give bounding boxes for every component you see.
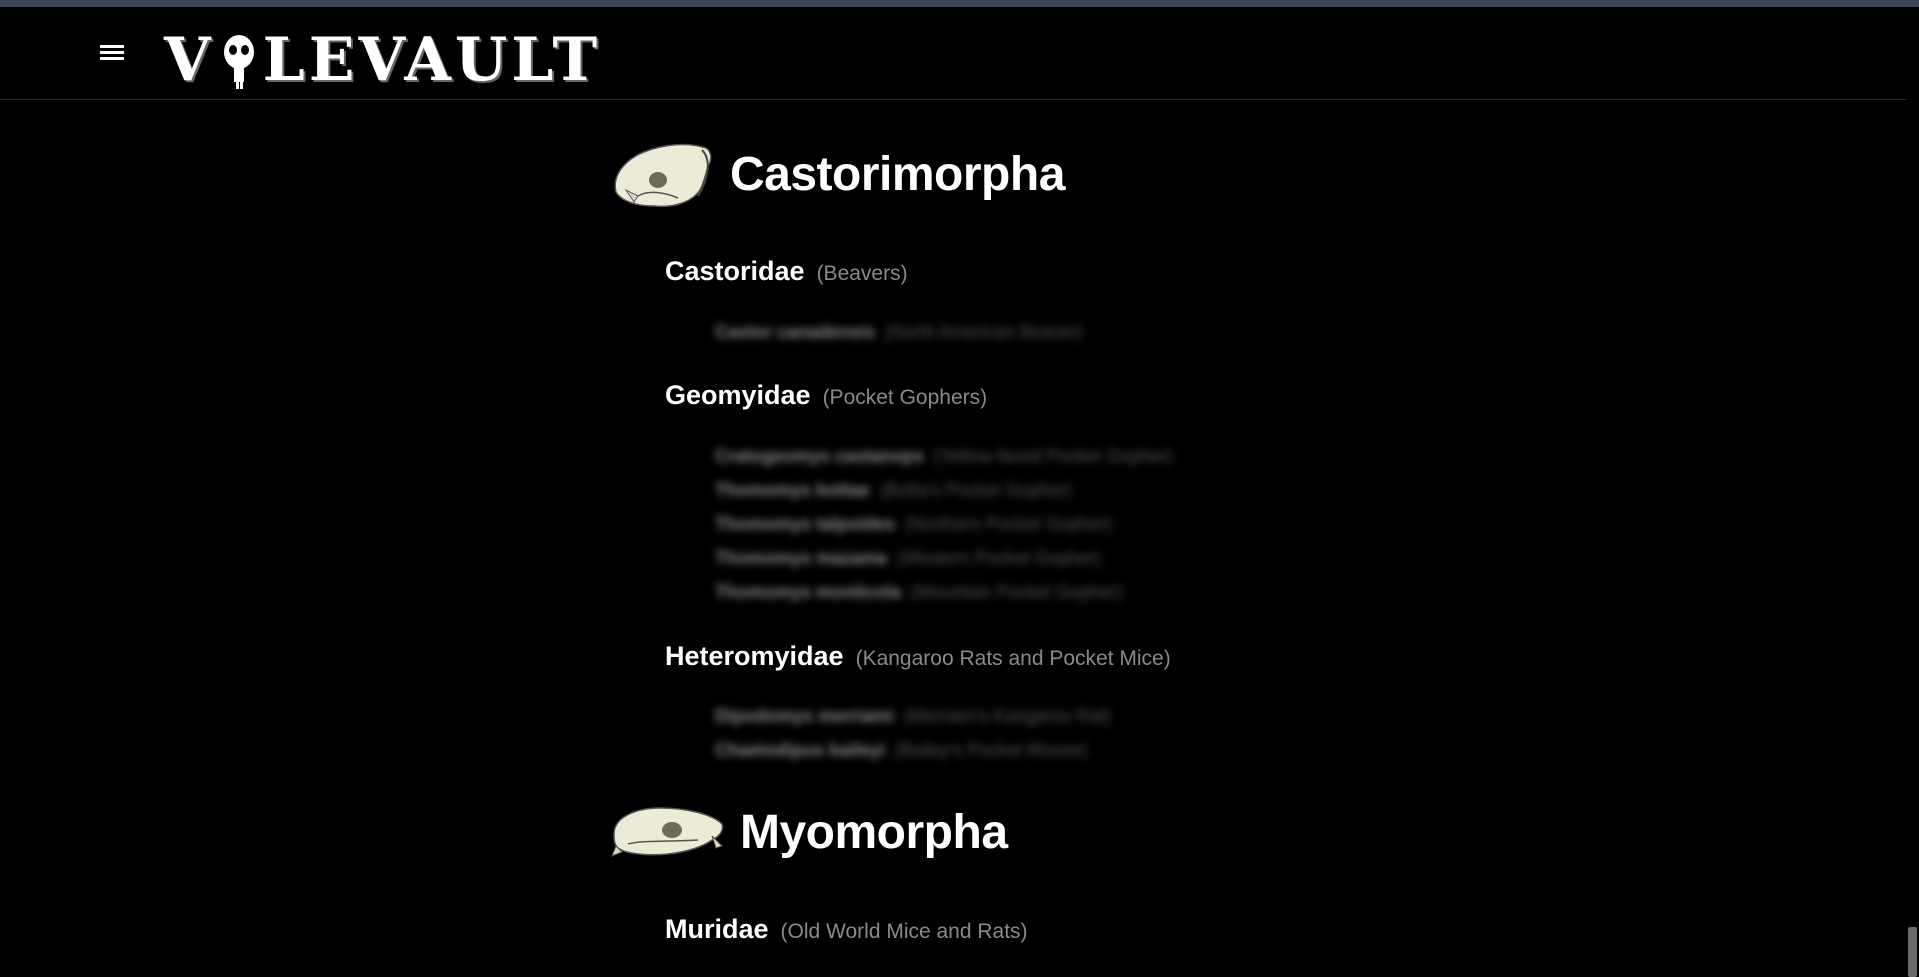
species-item[interactable]: Thomomys monticola (Mountain Pocket Gophe… (715, 582, 1122, 603)
species-name: Thomomys monticola (715, 582, 902, 602)
species-common-name: (North American Beaver) (885, 322, 1084, 342)
order-title: Myomorpha (740, 805, 1008, 859)
rat-skull-icon (611, 807, 724, 857)
site-header: V LEVAULT (0, 7, 1906, 100)
family-common-name: (Kangaroo Rats and Pocket Mice) (855, 647, 1171, 670)
vole-skull-logo-icon (223, 35, 254, 89)
vertical-scrollbar[interactable] (1906, 7, 1919, 977)
site-logo[interactable]: V LEVAULT (164, 25, 601, 95)
browser-top-strip (0, 0, 1919, 7)
species-name: Thomomys bottae (715, 480, 871, 500)
family-heading-heteromyidae[interactable]: Heteromyidae (Kangaroo Rats and Pocket M… (665, 641, 1171, 672)
hamburger-menu-icon[interactable] (100, 45, 124, 63)
species-common-name: (Bailey's Pocket Mouse) (895, 740, 1088, 760)
order-heading-myomorpha: Myomorpha (608, 800, 1008, 864)
family-heading-castoridae[interactable]: Castoridae (Beavers) (665, 256, 908, 287)
family-heading-muridae[interactable]: Muridae (Old World Mice and Rats) (665, 914, 1028, 945)
family-common-name: (Beavers) (816, 262, 908, 285)
species-item[interactable]: Thomomys mazama (Western Pocket Gopher) (715, 548, 1101, 569)
species-item[interactable]: Thomomys talpoides (Northern Pocket Gophe… (715, 514, 1112, 535)
species-name: Cratogeomys castanops (715, 446, 925, 466)
species-item[interactable]: Cratogeomys castanops (Yellow-faced Pocke… (715, 446, 1173, 467)
species-name: Chaetodipus baileyi (715, 740, 886, 760)
family-name: Heteromyidae (665, 641, 844, 671)
species-common-name: (Mountain Pocket Gopher) (911, 582, 1123, 602)
family-common-name: (Pocket Gophers) (822, 386, 988, 409)
family-common-name: (Old World Mice and Rats) (780, 920, 1028, 943)
family-name: Geomyidae (665, 380, 811, 410)
family-heading-geomyidae[interactable]: Geomyidae (Pocket Gophers) (665, 380, 987, 411)
species-common-name: (Western Pocket Gopher) (897, 548, 1101, 568)
species-item[interactable]: Thomomys bottae (Botta's Pocket Gopher) (715, 480, 1072, 501)
species-name: Castor canadensis (715, 322, 876, 342)
species-name: Thomomys talpoides (715, 514, 896, 534)
species-common-name: (Yellow-faced Pocket Gopher) (934, 446, 1173, 466)
species-common-name: (Northern Pocket Gopher) (905, 514, 1113, 534)
species-name: Dipodomys merriami (715, 706, 895, 726)
beaver-skull-icon (614, 143, 712, 208)
logo-text-left: V (164, 25, 215, 95)
logo-text-right: LEVAULT (262, 25, 602, 95)
species-item[interactable]: Castor canadensis (North American Beaver) (715, 322, 1083, 343)
order-heading-castorimorpha: Castorimorpha (608, 136, 1065, 212)
species-name: Thomomys mazama (715, 548, 888, 568)
scrollbar-thumb[interactable] (1908, 927, 1917, 977)
species-item[interactable]: Chaetodipus baileyi (Bailey's Pocket Mous… (715, 740, 1088, 761)
species-common-name: (Botta's Pocket Gopher) (880, 480, 1072, 500)
family-name: Castoridae (665, 256, 805, 286)
family-name: Muridae (665, 914, 769, 944)
species-item[interactable]: Dipodomys merriami (Merriam's Kangaroo Ra… (715, 706, 1111, 727)
species-common-name: (Merriam's Kangaroo Rat) (904, 706, 1111, 726)
order-title: Castorimorpha (730, 147, 1065, 201)
